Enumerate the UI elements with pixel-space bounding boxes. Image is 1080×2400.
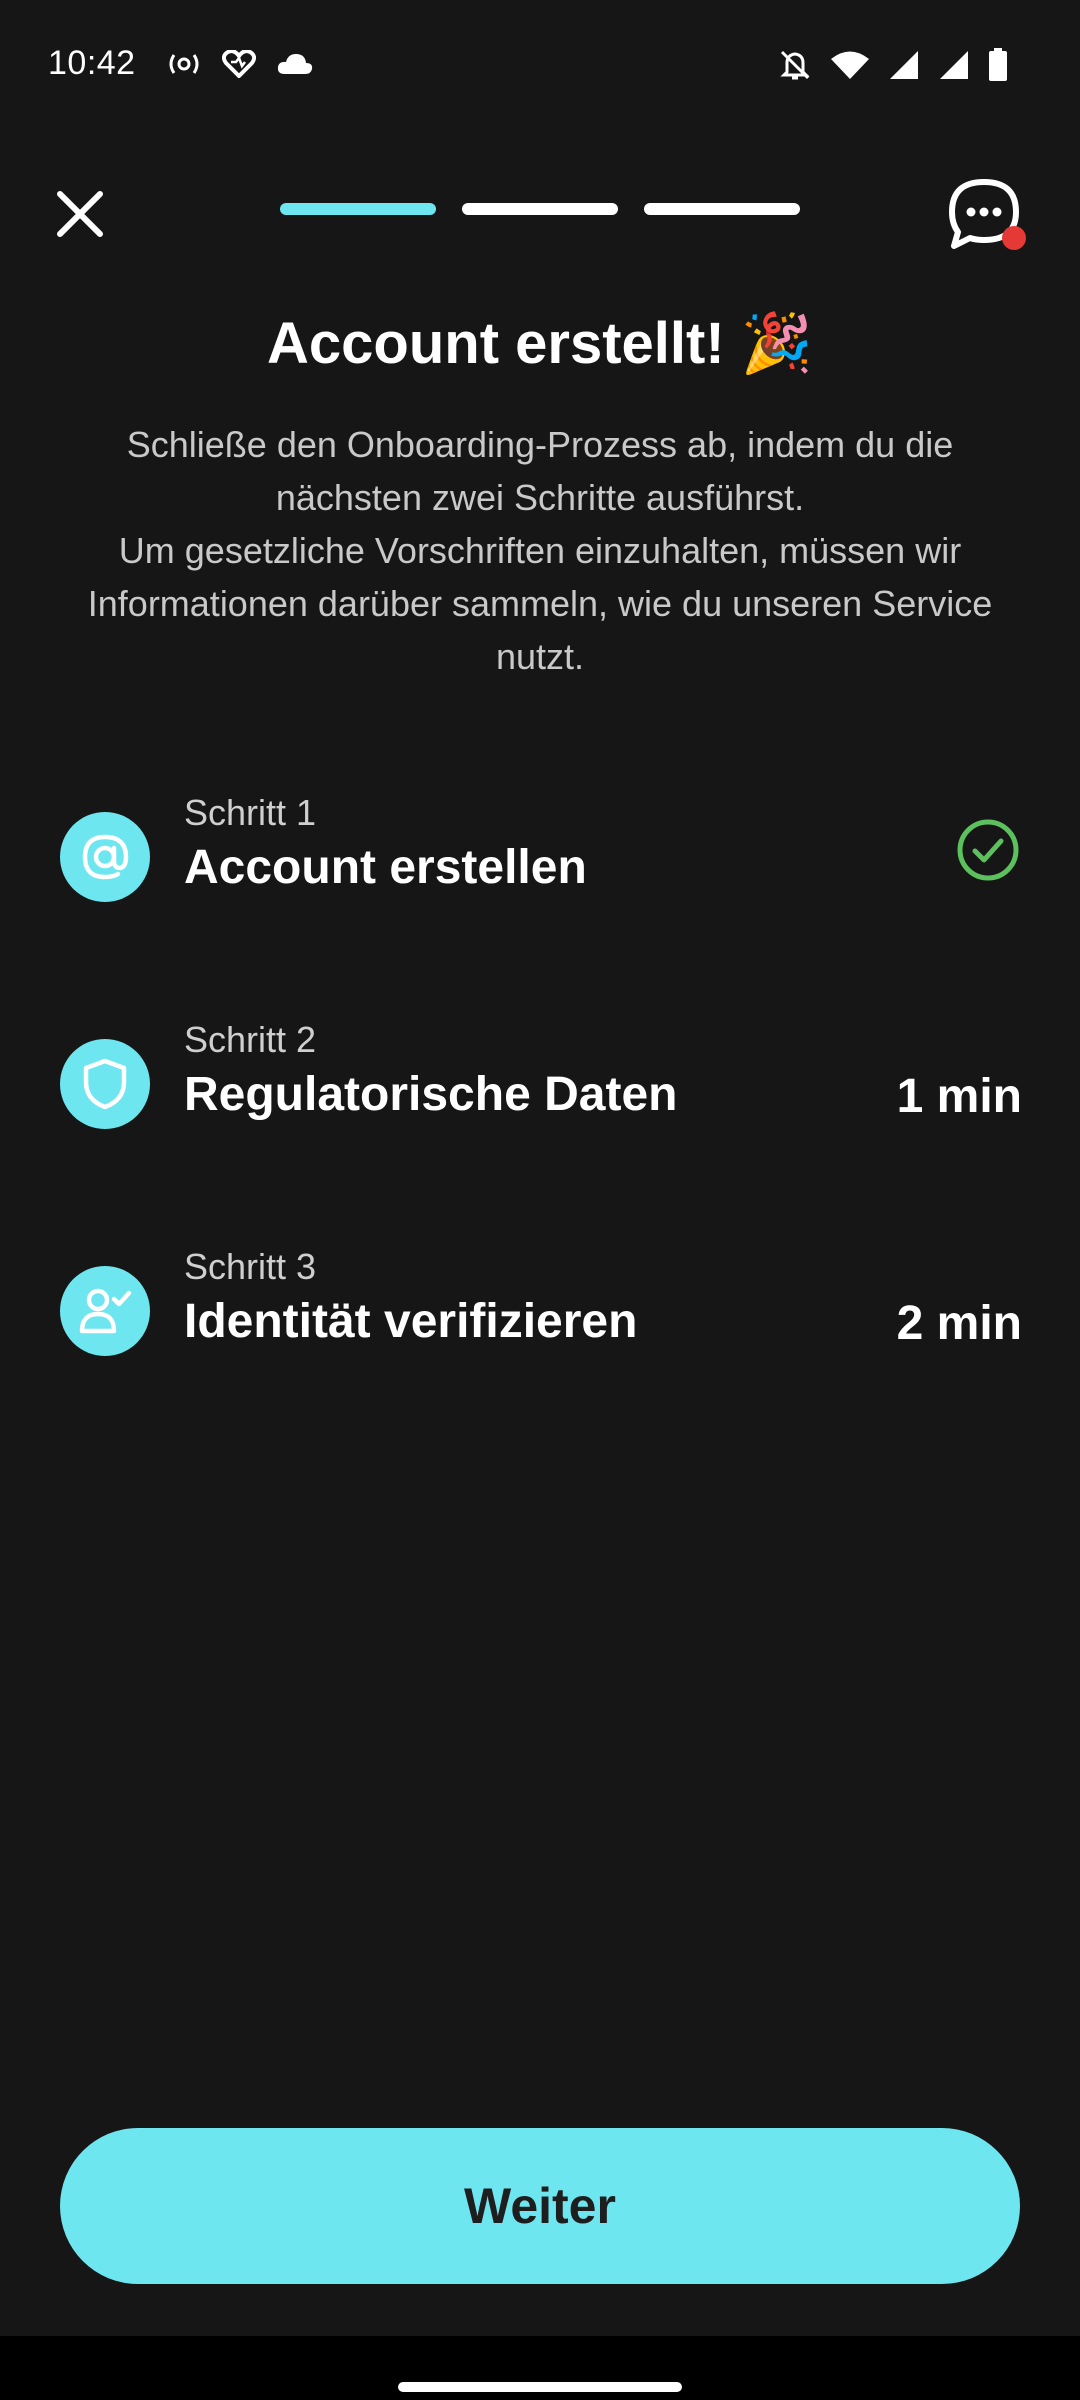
close-button[interactable] bbox=[52, 186, 108, 242]
bell-off-icon bbox=[778, 48, 812, 87]
wifi-icon bbox=[830, 50, 870, 85]
home-indicator[interactable] bbox=[398, 2382, 682, 2392]
progress-segment-2 bbox=[462, 203, 618, 215]
progress-segment-1 bbox=[280, 203, 436, 215]
cloud-icon bbox=[276, 52, 314, 81]
status-time: 10:42 bbox=[48, 44, 136, 82]
step-item-2[interactable]: Schritt 2 Regulatorische Daten 1 min bbox=[60, 1019, 1022, 1129]
radio-icon bbox=[166, 52, 202, 81]
step-label: Schritt 3 bbox=[184, 1246, 317, 1287]
check-circle-icon bbox=[956, 818, 1020, 882]
battery-icon bbox=[988, 48, 1008, 87]
progress-segment-3 bbox=[644, 203, 800, 215]
step-label: Schritt 2 bbox=[184, 1019, 317, 1060]
step-item-3[interactable]: Schritt 3 Identität verifizieren 2 min bbox=[60, 1246, 1022, 1356]
signal-icon bbox=[888, 50, 920, 85]
continue-button[interactable]: Weiter bbox=[60, 2128, 1020, 2284]
status-bar: 10:42 bbox=[0, 0, 1080, 136]
onboarding-header bbox=[0, 160, 1080, 260]
step-title: Account erstellen bbox=[184, 841, 587, 894]
page-description: Schließe den Onboarding-Prozess ab, inde… bbox=[54, 418, 1026, 683]
step-item-1: Schritt 1 Account erstellen bbox=[60, 792, 1020, 902]
shield-icon bbox=[60, 1039, 150, 1129]
close-icon bbox=[57, 191, 103, 237]
step-duration: 1 min bbox=[896, 1070, 1022, 1123]
step-title: Identität verifizieren bbox=[184, 1295, 638, 1348]
description-paragraph-2: Um gesetzliche Vorschriften einzuhalten,… bbox=[87, 530, 993, 677]
user-check-icon bbox=[60, 1266, 150, 1356]
step-title: Regulatorische Daten bbox=[184, 1068, 678, 1121]
at-icon bbox=[60, 812, 150, 902]
onboarding-progress bbox=[280, 203, 800, 215]
description-paragraph-1: Schließe den Onboarding-Prozess ab, inde… bbox=[126, 424, 954, 518]
step-label: Schritt 1 bbox=[184, 792, 317, 833]
heart-icon bbox=[221, 49, 257, 83]
step-duration: 2 min bbox=[896, 1297, 1022, 1350]
chat-notification-dot bbox=[1002, 226, 1026, 250]
page-title: Account erstellt! 🎉 bbox=[267, 311, 813, 376]
signal-icon bbox=[938, 50, 970, 85]
